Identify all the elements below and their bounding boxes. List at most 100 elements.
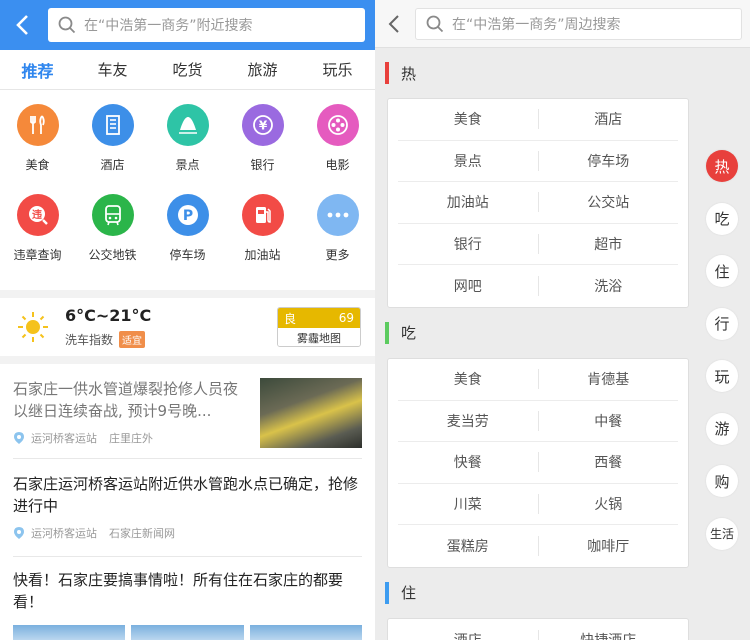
index-life[interactable]: 生活 <box>706 517 738 550</box>
news-place: 运河桥客运站 <box>31 432 97 445</box>
tab-car-friends[interactable]: 车友 <box>75 50 150 89</box>
search-input[interactable]: 在“中浩第一商务”附近搜索 <box>48 8 365 42</box>
car-wash-index: 洗车指数 适宜 <box>65 331 151 348</box>
category-row: 酒店快捷酒店 <box>398 619 678 640</box>
search-icon <box>426 15 444 32</box>
index-stay[interactable]: 住 <box>706 255 738 287</box>
news-item[interactable]: 石家庄一供水管道爆裂抢修人员夜以继日连续奋战, 预计9号晚... 运河桥客运站 … <box>13 364 362 458</box>
violation-search-icon: 违 <box>16 194 59 236</box>
category-row: 银行 超市 <box>398 224 678 266</box>
aqi-badge: 良 69 <box>278 308 360 328</box>
building-icon <box>91 104 134 146</box>
category-row: 加油站 公交站 <box>398 182 678 224</box>
grid-item-hotel[interactable]: 酒店 <box>75 104 150 190</box>
section-title: 吃 <box>401 324 417 343</box>
sun-icon <box>18 312 48 342</box>
car-wash-label: 洗车指数 <box>65 333 114 347</box>
category-grid: 美食 酒店 景点 ¥ 银行 电影 违 违章查询 公交地铁 P 停车场 加油站 更… <box>0 90 375 290</box>
news-thumbnail <box>260 378 362 448</box>
grid-label: 美食 <box>25 158 50 172</box>
tab-foodies[interactable]: 吃货 <box>150 50 225 89</box>
category-row: 蛋糕房 咖啡厅 <box>398 525 678 567</box>
category-item[interactable]: 麦当劳 <box>398 411 538 431</box>
section-title: 住 <box>401 584 417 603</box>
grid-label: 更多 <box>325 248 350 262</box>
grid-label: 景点 <box>175 158 200 172</box>
index-eat[interactable]: 吃 <box>706 202 738 235</box>
category-item[interactable]: 快餐 <box>398 452 538 472</box>
grid-item-scenic[interactable]: 景点 <box>150 104 225 190</box>
film-reel-icon <box>316 104 359 146</box>
back-button[interactable] <box>381 4 407 44</box>
category-row: 景点 停车场 <box>398 141 678 183</box>
grid-item-violation[interactable]: 违 违章查询 <box>0 194 75 280</box>
section-color-bar <box>385 321 389 344</box>
category-item[interactable]: 加油站 <box>398 192 538 212</box>
svg-text:违: 违 <box>32 208 42 221</box>
category-item[interactable]: 超市 <box>539 234 679 254</box>
category-item[interactable]: 肯德基 <box>539 369 679 389</box>
category-row: 麦当劳 中餐 <box>398 401 678 443</box>
news-feed: 石家庄一供水管道爆裂抢修人员夜以继日连续奋战, 预计9号晚... 运河桥客运站 … <box>0 364 375 640</box>
index-tour[interactable]: 游 <box>706 412 738 445</box>
category-item[interactable]: 公交站 <box>539 192 679 212</box>
grid-item-more[interactable]: 更多 <box>300 194 375 280</box>
index-hot[interactable]: 热 <box>706 150 738 182</box>
category-item[interactable]: 咖啡厅 <box>539 536 679 556</box>
category-row: 美食 肯德基 <box>398 359 678 401</box>
category-item[interactable]: 火锅 <box>539 494 679 514</box>
news-item[interactable]: 石家庄运河桥客运站附近供水管跑水点已确定，抢修进行中 运河桥客运站 石家庄新闻网 <box>13 459 362 556</box>
grid-label: 违章查询 <box>13 248 62 262</box>
category-item[interactable]: 川菜 <box>398 494 538 514</box>
grid-item-transit[interactable]: 公交地铁 <box>75 194 150 280</box>
grid-item-food[interactable]: 美食 <box>0 104 75 190</box>
grid-label: 停车场 <box>169 248 206 262</box>
section-card-stay: 酒店快捷酒店 <box>387 617 689 640</box>
section-header-hot: 热 <box>375 48 750 98</box>
grid-item-gas[interactable]: 加油站 <box>225 194 300 280</box>
grid-item-movie[interactable]: 电影 <box>300 104 375 190</box>
search-input[interactable]: 在“中浩第一商务”周边搜索 <box>415 7 742 40</box>
index-shop[interactable]: 购 <box>706 465 738 497</box>
back-button[interactable] <box>8 5 36 45</box>
section-card-eat: 美食 肯德基 麦当劳 中餐 快餐 西餐 川菜 火锅 蛋糕房 咖啡厅 <box>387 357 689 568</box>
category-item[interactable]: 中餐 <box>539 411 679 431</box>
haze-map-button[interactable]: 良 69 雾霾地图 <box>277 307 361 347</box>
bus-icon <box>91 194 134 236</box>
news-title: 快看！石家庄要搞事情啦！所有住在石家庄的都要看！ <box>13 571 344 611</box>
category-item[interactable]: 停车场 <box>539 151 679 171</box>
grid-item-parking[interactable]: P 停车场 <box>150 194 225 280</box>
location-pin-icon <box>14 432 24 444</box>
section-title: 热 <box>401 64 417 83</box>
category-row: 快餐 西餐 <box>398 442 678 484</box>
category-item[interactable]: 酒店 <box>539 109 679 129</box>
news-meta: 运河桥客运站 庄里庄外 <box>13 430 250 446</box>
tab-recommend[interactable]: 推荐 <box>0 50 75 89</box>
grid-label: 酒店 <box>100 158 125 172</box>
category-item[interactable]: 景点 <box>398 151 538 171</box>
tab-fun[interactable]: 玩乐 <box>300 50 375 89</box>
index-go[interactable]: 行 <box>706 307 738 340</box>
grid-item-bank[interactable]: ¥ 银行 <box>225 104 300 190</box>
search-placeholder: 在“中浩第一商务”周边搜索 <box>452 16 621 33</box>
news-source: 石家庄新闻网 <box>109 527 175 540</box>
category-item[interactable]: 酒店 <box>398 630 538 640</box>
tab-travel[interactable]: 旅游 <box>225 50 300 89</box>
category-item[interactable]: 网吧 <box>398 276 538 296</box>
section-color-bar <box>385 62 389 84</box>
aqi-level: 良 <box>284 311 297 326</box>
haze-map-label: 雾霾地图 <box>278 328 360 346</box>
category-item[interactable]: 美食 <box>398 369 538 389</box>
index-play[interactable]: 玩 <box>706 360 738 392</box>
news-meta: 运河桥客运站 石家庄新闻网 <box>13 525 362 541</box>
news-item[interactable]: 快看！石家庄要搞事情啦！所有住在石家庄的都要看！ <box>13 557 362 640</box>
grid-label: 公交地铁 <box>88 248 137 262</box>
category-item[interactable]: 西餐 <box>539 452 679 472</box>
category-item[interactable]: 蛋糕房 <box>398 536 538 556</box>
news-image-strip <box>13 625 362 640</box>
weather-card: 6°C~21°C 洗车指数 适宜 良 69 雾霾地图 <box>0 298 375 356</box>
category-item[interactable]: 美食 <box>398 109 538 129</box>
category-item[interactable]: 银行 <box>398 234 538 254</box>
category-item[interactable]: 洗浴 <box>539 276 679 296</box>
category-item[interactable]: 快捷酒店 <box>539 630 679 640</box>
